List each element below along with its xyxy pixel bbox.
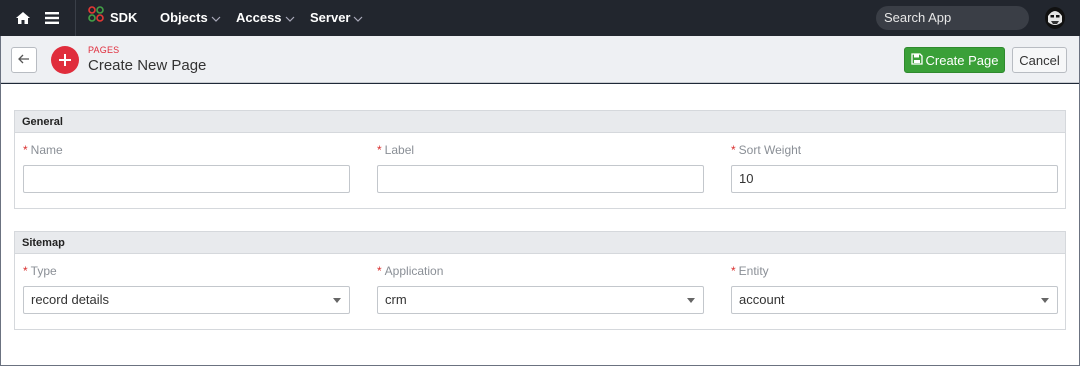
caret-down-icon: [333, 298, 341, 303]
page-title: Create New Page: [88, 57, 207, 74]
entity-label-text: Entity: [738, 264, 769, 278]
nav-sdk[interactable]: SDK: [88, 0, 137, 36]
nav-objects-menu[interactable]: Objects: [160, 0, 221, 36]
sitemap-section-heading: Sitemap: [15, 232, 1065, 254]
nav-server-label: Server: [310, 10, 351, 25]
type-label-text: Type: [30, 264, 57, 278]
arrow-left-icon: [18, 51, 30, 69]
nav-server-menu[interactable]: Server: [310, 0, 363, 36]
user-avatar-icon[interactable]: [1042, 5, 1068, 31]
save-icon: [910, 52, 923, 68]
sdk-logo-icon: [88, 0, 104, 36]
sort-weight-field-label: * Sort Weight: [731, 143, 1058, 159]
chevron-down-icon: [285, 0, 295, 36]
create-page-button[interactable]: Create Page: [904, 47, 1005, 73]
scrollbar[interactable]: [1074, 84, 1079, 365]
label-field-label: * Label: [377, 143, 704, 159]
type-field-label: * Type: [23, 264, 350, 280]
entity-select-value: account: [739, 292, 785, 307]
name-input[interactable]: [23, 165, 350, 193]
home-icon[interactable]: [14, 0, 32, 36]
nav-sdk-label: SDK: [110, 10, 138, 25]
application-select-value: crm: [385, 292, 407, 307]
cancel-button[interactable]: Cancel: [1012, 47, 1067, 73]
required-asterisk: *: [731, 264, 736, 278]
search-app-input[interactable]: Search App: [876, 6, 1029, 30]
nav-divider: [75, 0, 76, 36]
required-asterisk: *: [23, 264, 28, 278]
general-section: General * Name * Label * Sort Weight 10: [14, 110, 1066, 209]
entity-select[interactable]: account: [731, 286, 1058, 314]
sort-weight-field: * Sort Weight 10: [731, 143, 1058, 193]
caret-down-icon: [1041, 298, 1049, 303]
label-field: * Label: [377, 143, 704, 193]
name-label-text: Name: [30, 143, 63, 157]
general-section-heading: General: [15, 111, 1065, 133]
type-field: * Type record details: [23, 264, 350, 314]
create-page-label: Create Page: [925, 52, 999, 68]
required-asterisk: *: [377, 143, 382, 157]
required-asterisk: *: [23, 143, 28, 157]
nav-objects-label: Objects: [160, 10, 208, 25]
label-label-text: Label: [384, 143, 415, 157]
label-input[interactable]: [377, 165, 704, 193]
required-asterisk: *: [377, 264, 382, 278]
type-select[interactable]: record details: [23, 286, 350, 314]
name-field: * Name: [23, 143, 350, 193]
entity-field-label: * Entity: [731, 264, 1058, 280]
main-content: General * Name * Label * Sort Weight 10 Sit…: [1, 84, 1079, 365]
nav-access-menu[interactable]: Access: [236, 0, 295, 36]
sitemap-section: Sitemap * Type record details * Applicatio…: [14, 231, 1066, 330]
sort-weight-label-text: Sort Weight: [738, 143, 802, 157]
application-select[interactable]: crm: [377, 286, 704, 314]
name-field-label: * Name: [23, 143, 350, 159]
hamburger-menu-icon[interactable]: [42, 0, 62, 36]
caret-down-icon: [687, 298, 695, 303]
entity-field: * Entity account: [731, 264, 1058, 314]
application-label-text: Application: [384, 264, 444, 278]
nav-access-label: Access: [236, 10, 282, 25]
back-button[interactable]: [11, 47, 37, 73]
application-field-label: * Application: [377, 264, 704, 280]
top-navbar: SDK Objects Access Server Search App: [0, 0, 1080, 36]
plus-circle-icon: [51, 46, 79, 74]
page-header: PAGES Create New Page Create Page Cancel: [1, 36, 1079, 83]
chevron-down-icon: [211, 0, 221, 36]
sort-weight-input[interactable]: 10: [731, 165, 1058, 193]
breadcrumb-kicker: PAGES: [88, 45, 120, 55]
chevron-down-icon: [353, 0, 363, 36]
required-asterisk: *: [731, 143, 736, 157]
application-field: * Application crm: [377, 264, 704, 314]
type-select-value: record details: [31, 292, 110, 307]
